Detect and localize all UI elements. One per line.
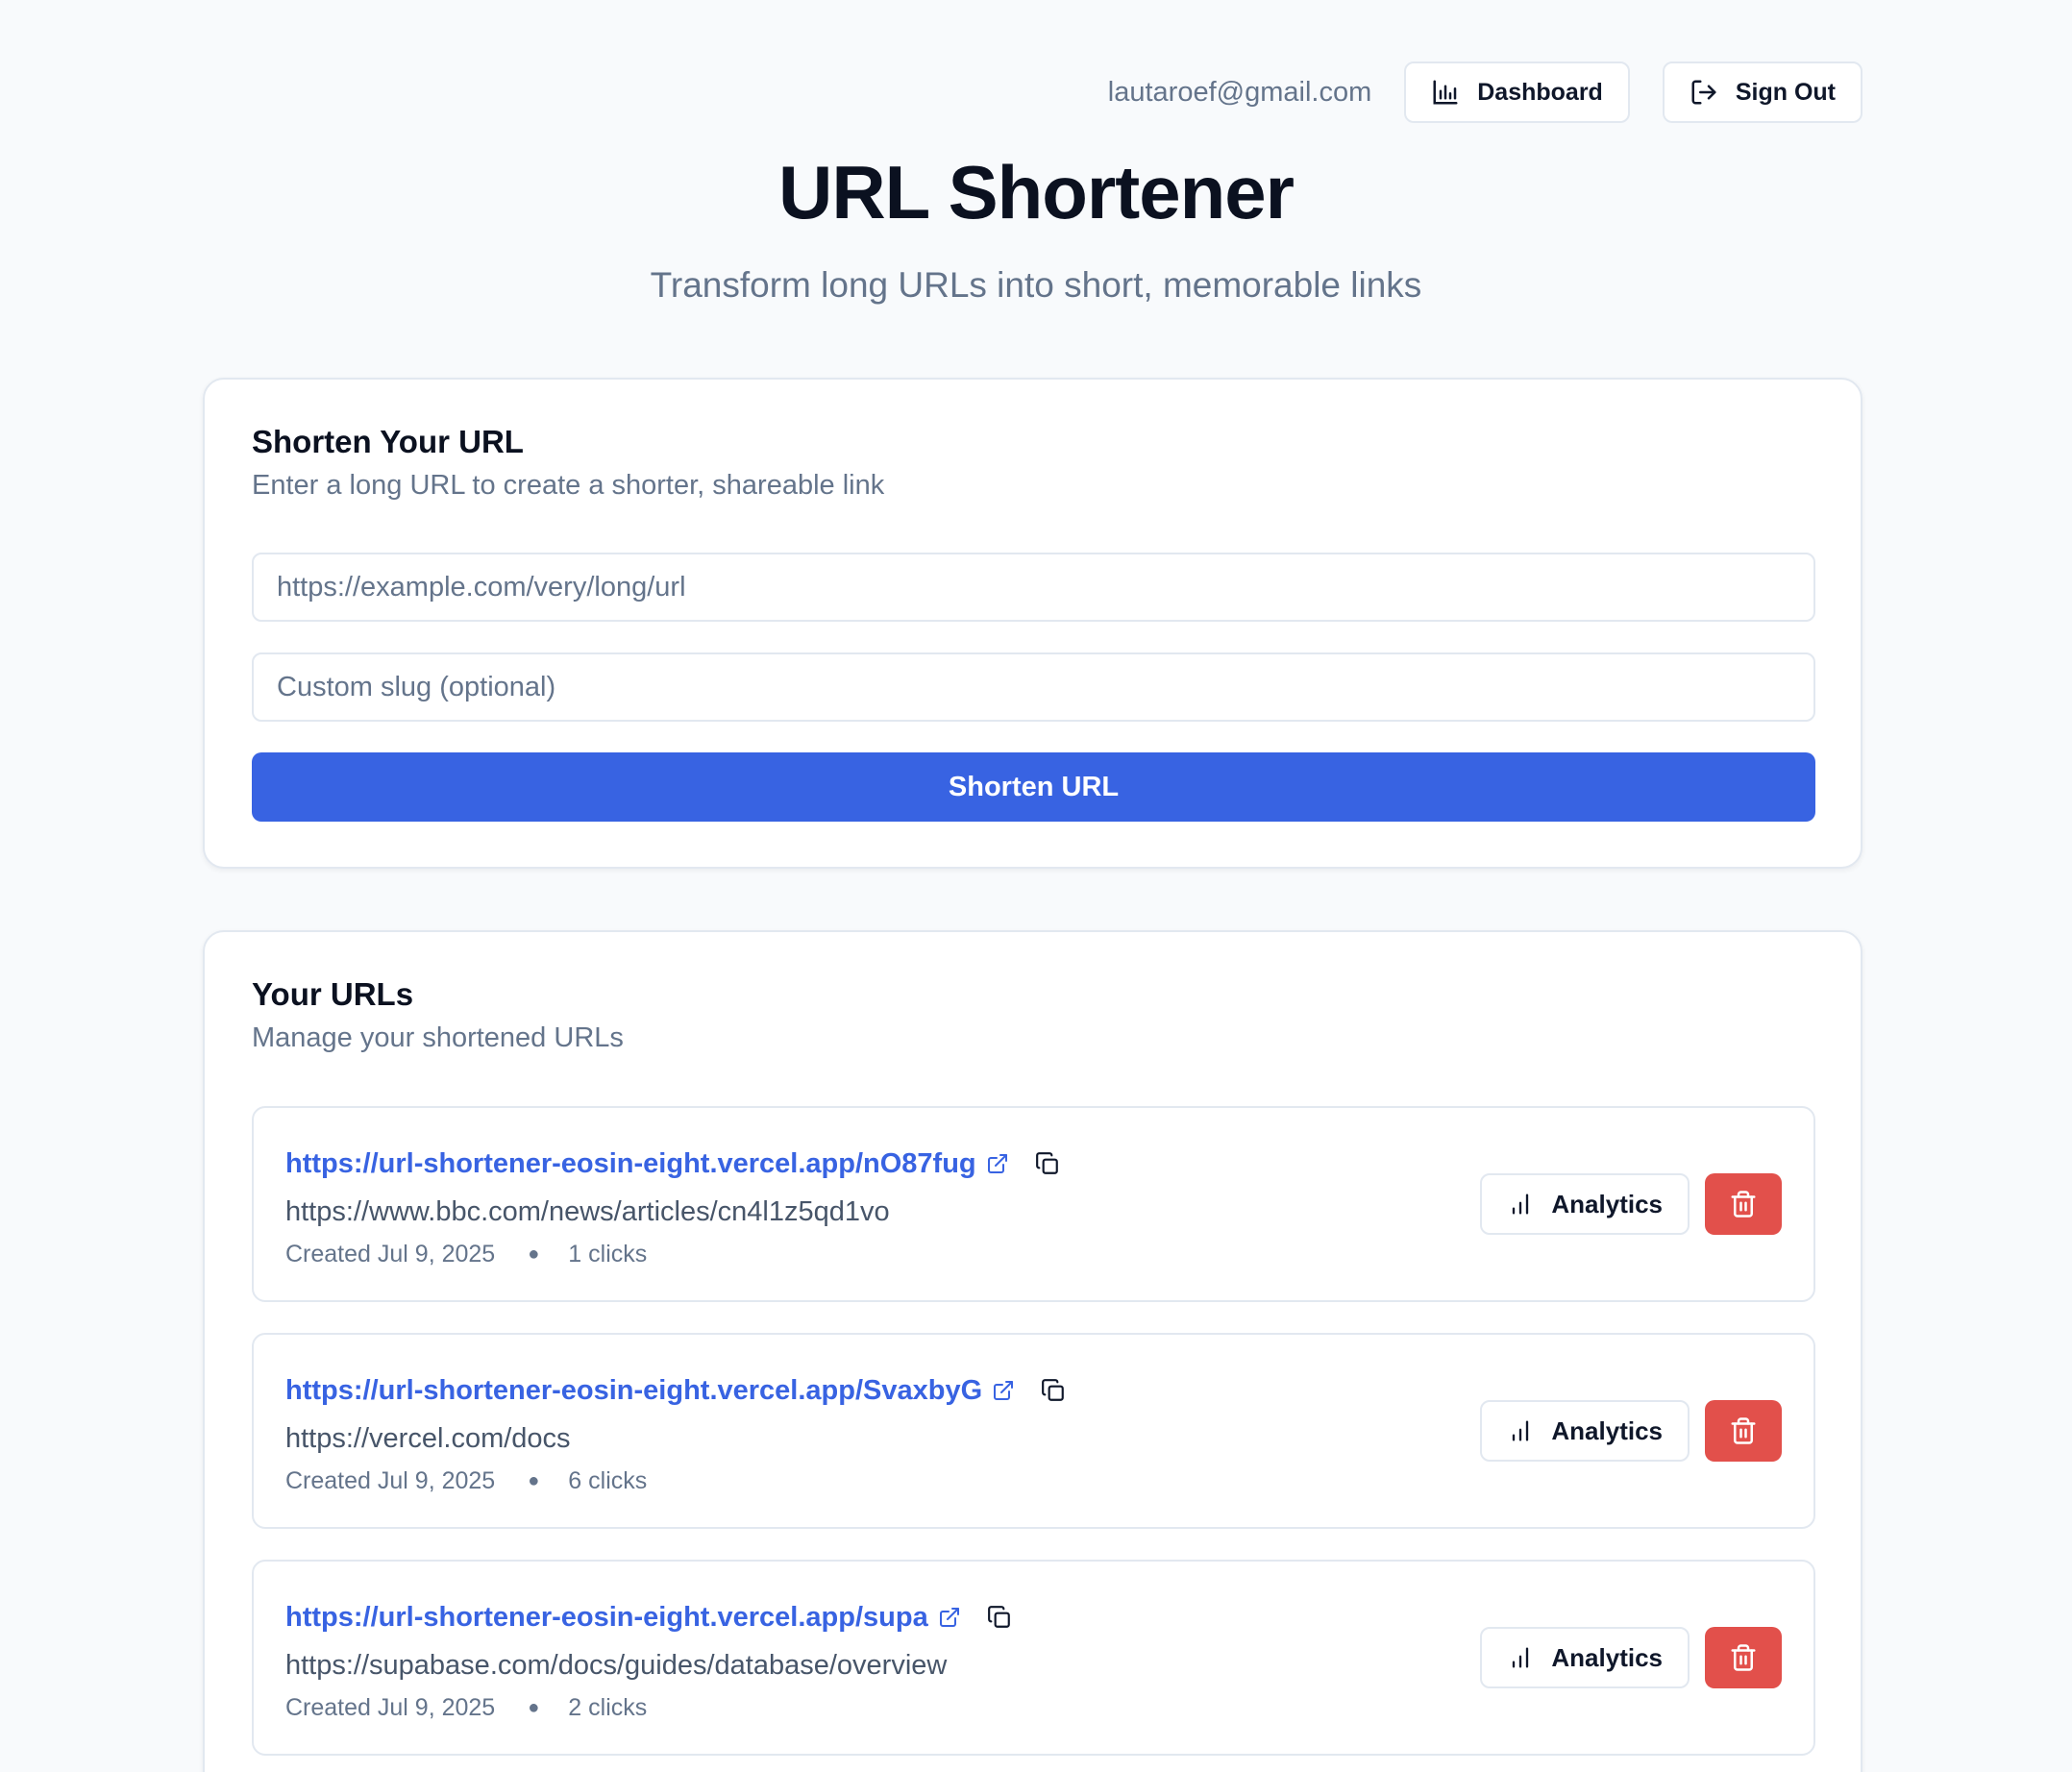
short-url-link[interactable]: https://url-shortener-eosin-eight.vercel… [285, 1602, 928, 1634]
sign-out-label: Sign Out [1735, 78, 1836, 106]
url-list-item: https://url-shortener-eosin-eight.vercel… [252, 1560, 1815, 1756]
separator-dot: ● [528, 1243, 540, 1265]
custom-slug-input[interactable] [252, 652, 1815, 722]
original-url: https://vercel.com/docs [285, 1423, 571, 1454]
created-date: Created Jul 9, 2025 [285, 1694, 496, 1721]
your-urls-title: Your URLs [252, 976, 414, 1012]
original-url: https://www.bbc.com/news/articles/cn4l1z… [285, 1196, 890, 1227]
click-count: 6 clicks [568, 1467, 648, 1494]
your-urls-card: Your URLs Manage your shortened URLs htt… [203, 930, 1862, 1772]
url-meta: Created Jul 9, 2025 ● 6 clicks [285, 1467, 647, 1495]
analytics-label: Analytics [1551, 1189, 1663, 1218]
bar-chart-icon [1433, 80, 1458, 105]
row-actions: Analytics [1480, 1400, 1782, 1462]
your-urls-description: Manage your shortened URLs [252, 1022, 624, 1053]
top-bar: lautaroef@gmail.com Dashboard Sign Out [1108, 62, 1862, 123]
analytics-button[interactable]: Analytics [1480, 1173, 1690, 1235]
dashboard-label: Dashboard [1477, 78, 1603, 106]
long-url-input[interactable] [252, 553, 1815, 622]
short-url-line: https://url-shortener-eosin-eight.vercel… [285, 1598, 1019, 1637]
row-actions: Analytics [1480, 1627, 1782, 1688]
sign-out-button[interactable]: Sign Out [1662, 62, 1862, 123]
url-list-item: https://url-shortener-eosin-eight.vercel… [252, 1333, 1815, 1529]
external-link-icon[interactable] [986, 1152, 1009, 1175]
page: lautaroef@gmail.com Dashboard Sign Out U… [0, 0, 2072, 1772]
short-url-link[interactable]: https://url-shortener-eosin-eight.vercel… [285, 1148, 976, 1180]
copy-button[interactable] [1034, 1371, 1073, 1410]
created-date: Created Jul 9, 2025 [285, 1467, 496, 1494]
signal-bars-icon [1513, 1194, 1529, 1215]
url-meta: Created Jul 9, 2025 ● 1 clicks [285, 1241, 647, 1268]
separator-dot: ● [528, 1697, 540, 1718]
copy-button[interactable] [1028, 1144, 1067, 1183]
shorten-url-button[interactable]: Shorten URL [252, 752, 1815, 822]
user-email: lautaroef@gmail.com [1107, 76, 1372, 108]
copy-icon [1035, 1152, 1058, 1174]
signal-bars-icon [1513, 1420, 1529, 1441]
click-count: 1 clicks [568, 1241, 648, 1267]
copy-icon [1042, 1379, 1064, 1401]
short-url-link[interactable]: https://url-shortener-eosin-eight.vercel… [285, 1375, 982, 1407]
page-subtitle: Transform long URLs into short, memorabl… [650, 265, 1422, 305]
shorten-card: Shorten Your URL Enter a long URL to cre… [203, 378, 1862, 869]
short-url-line: https://url-shortener-eosin-eight.vercel… [285, 1144, 1067, 1183]
copy-button[interactable] [980, 1598, 1019, 1637]
signal-bars-icon [1513, 1647, 1529, 1668]
shorten-card-title: Shorten Your URL [252, 424, 524, 459]
row-actions: Analytics [1480, 1173, 1782, 1235]
trash-icon [1731, 1644, 1756, 1671]
separator-dot: ● [528, 1470, 540, 1491]
analytics-label: Analytics [1551, 1415, 1663, 1445]
shorten-card-description: Enter a long URL to create a shorter, sh… [252, 470, 885, 501]
url-meta: Created Jul 9, 2025 ● 2 clicks [285, 1694, 647, 1722]
dashboard-button[interactable]: Dashboard [1404, 62, 1630, 123]
original-url: https://supabase.com/docs/guides/databas… [285, 1650, 948, 1681]
analytics-button[interactable]: Analytics [1480, 1400, 1690, 1462]
short-url-line: https://url-shortener-eosin-eight.vercel… [285, 1371, 1073, 1410]
external-link-icon[interactable] [992, 1379, 1015, 1402]
copy-icon [987, 1606, 1010, 1628]
delete-button[interactable] [1705, 1400, 1782, 1462]
analytics-button[interactable]: Analytics [1480, 1627, 1690, 1688]
log-out-icon [1691, 80, 1716, 105]
click-count: 2 clicks [568, 1694, 648, 1721]
created-date: Created Jul 9, 2025 [285, 1241, 496, 1267]
delete-button[interactable] [1705, 1173, 1782, 1235]
external-link-icon[interactable] [938, 1606, 961, 1629]
url-list-item: https://url-shortener-eosin-eight.vercel… [252, 1106, 1815, 1302]
trash-icon [1731, 1417, 1756, 1444]
trash-icon [1731, 1191, 1756, 1218]
delete-button[interactable] [1705, 1627, 1782, 1688]
analytics-label: Analytics [1551, 1642, 1663, 1672]
page-title: URL Shortener [778, 150, 1295, 234]
